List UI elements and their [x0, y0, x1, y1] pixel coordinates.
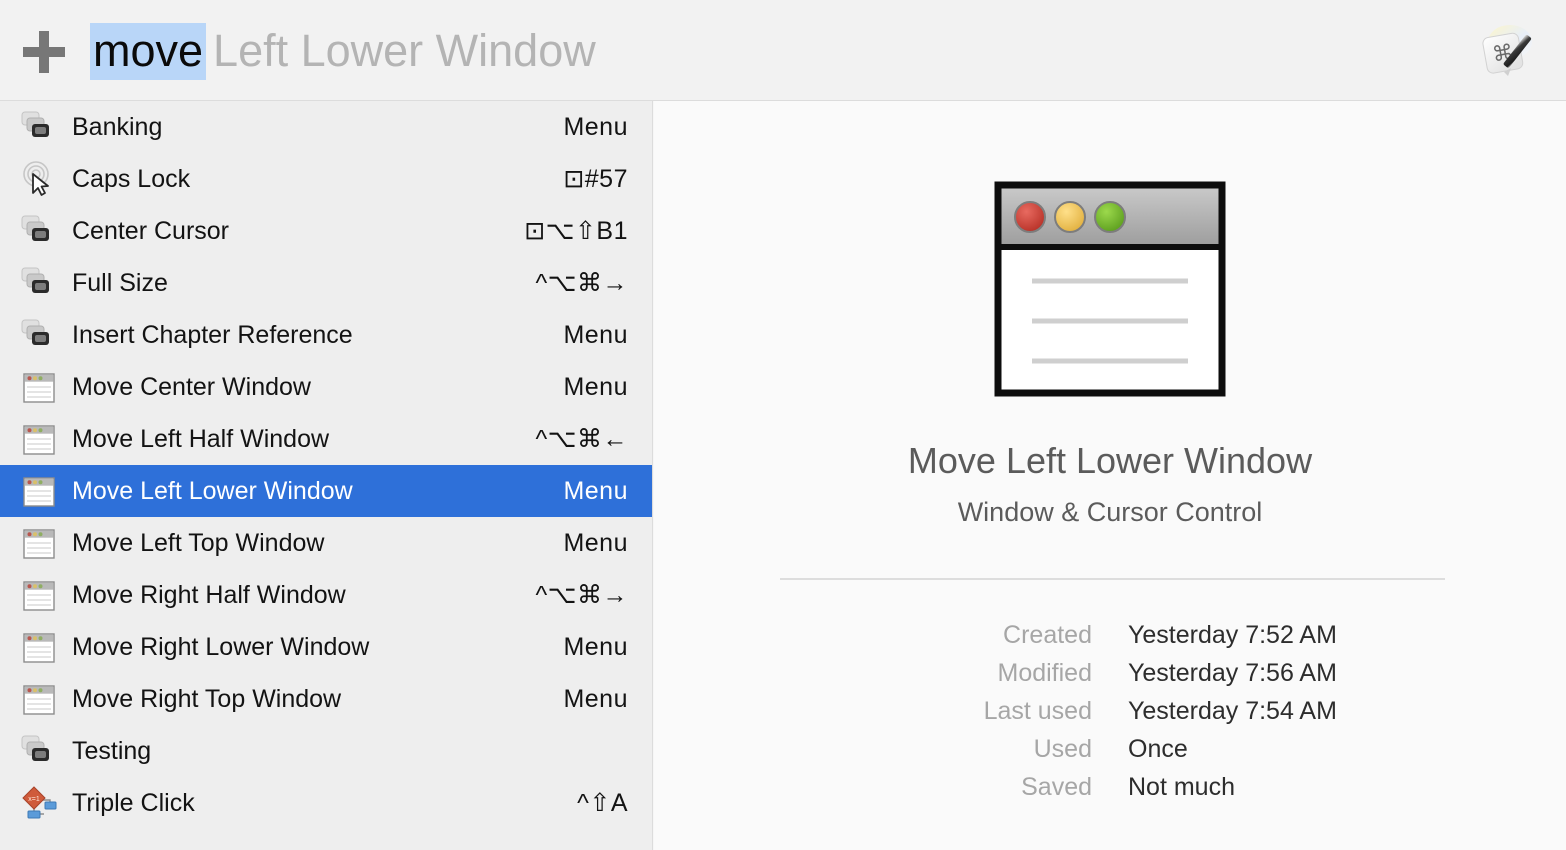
macro-list-row-label: Insert Chapter Reference — [72, 320, 353, 349]
window-icon — [20, 472, 58, 510]
macro-list-row-label: Testing — [72, 736, 152, 765]
macro-group-stack-icon — [20, 212, 58, 250]
flowchart-diamond-icon: x=1 — [20, 784, 58, 822]
macro-list-row-label: Move Right Top Window — [72, 684, 342, 713]
macro-list-row-trigger: ^⌥⌘→ — [535, 269, 628, 297]
cursor-ripple-icon — [20, 160, 58, 198]
window-icon — [20, 420, 58, 458]
metadata-table-body: Created Yesterday 7:52 AM Modified Yesterda… — [654, 616, 1566, 806]
plus-icon[interactable] — [23, 31, 65, 73]
macro-list-row-label: Triple Click — [72, 788, 195, 817]
macro-list-row-label: Move Right Half Window — [72, 580, 346, 609]
macro-list-row-trigger: Menu — [563, 320, 628, 349]
macro-group-stack-icon — [20, 316, 58, 354]
macro-list-row-trigger: ⊡⌥⇧B1 — [524, 217, 628, 245]
detail-title: Move Left Lower Window — [907, 440, 1313, 481]
svg-text:x=1: x=1 — [28, 796, 40, 803]
metadata-row: Saved Not much — [654, 768, 1566, 806]
metadata-row: Last used Yesterday 7:54 AM — [654, 692, 1566, 730]
macro-list-row[interactable]: Insert Chapter Reference Menu — [0, 309, 652, 361]
macro-list-row[interactable]: x=1 Triple Click ^⇧A — [0, 777, 652, 829]
macro-list-row[interactable]: Move Right Half Window ^⌥⌘→ — [0, 569, 652, 621]
macro-list-row[interactable]: Move Center Window Menu — [0, 361, 652, 413]
macro-list-row-label: Move Right Lower Window — [72, 632, 370, 661]
macro-list-row-label: Move Left Top Window — [72, 528, 325, 557]
macro-group-stack-icon — [20, 108, 58, 146]
metadata-row: Modified Yesterday 7:56 AM — [654, 654, 1566, 692]
search-input-completion-text: Left Lower Window — [213, 25, 596, 76]
macro-group-stack-icon — [20, 732, 58, 770]
macro-list-row[interactable]: Banking Menu — [0, 101, 652, 153]
macro-list-row-trigger: Menu — [563, 684, 628, 713]
macro-list-row[interactable]: Move Left Half Window ^⌥⌘← — [0, 413, 652, 465]
macro-list-row-label: Move Left Half Window — [72, 424, 330, 453]
macro-list-row-trigger: Menu — [563, 632, 628, 661]
macro-search-window: move Left Lower Window ⌘ Banking Menu Ca… — [0, 0, 1566, 850]
macro-list-row-trigger: ^⌥⌘← — [535, 425, 628, 453]
macro-list-row[interactable]: Move Left Lower Window Menu — [0, 465, 652, 517]
macro-list-row-trigger: ⊡#57 — [563, 165, 628, 193]
metadata-key: Saved — [1021, 772, 1092, 801]
metadata-value: Not much — [1128, 772, 1235, 801]
macro-list-row[interactable]: Testing — [0, 725, 652, 777]
metadata-row: Created Yesterday 7:52 AM — [654, 616, 1566, 654]
metadata-value: Once — [1128, 734, 1188, 763]
metadata-key: Used — [1033, 734, 1092, 763]
macro-group-stack-icon — [20, 264, 58, 302]
macro-list-row[interactable]: Caps Lock ⊡#57 — [0, 153, 652, 205]
macro-list-row-label: Move Center Window — [72, 372, 311, 401]
window-icon — [20, 576, 58, 614]
window-icon — [20, 524, 58, 562]
macro-list-row-label: Move Left Lower Window — [72, 476, 353, 505]
search-header: move Left Lower Window ⌘ — [0, 0, 1566, 101]
macro-detail-pane: Move Left Lower Window Window & Cursor C… — [654, 101, 1566, 850]
macro-list-row-trigger: Menu — [563, 528, 628, 557]
macro-list-row-trigger: Menu — [563, 372, 628, 401]
metadata-value: Yesterday 7:52 AM — [1128, 620, 1337, 649]
window-icon — [20, 680, 58, 718]
detail-divider — [780, 578, 1445, 580]
macro-list-row[interactable]: Move Right Top Window Menu — [0, 673, 652, 725]
macro-list-row-trigger: Menu — [563, 476, 628, 505]
keyboard-maestro-app-icon: ⌘ — [1474, 18, 1540, 84]
macro-list-row-label: Caps Lock — [72, 164, 191, 193]
search-input-typed-text: move — [90, 23, 207, 80]
window-icon — [20, 628, 58, 666]
search-input[interactable]: move Left Lower Window — [90, 18, 596, 84]
metadata-key: Modified — [997, 658, 1093, 687]
metadata-value: Yesterday 7:54 AM — [1128, 696, 1337, 725]
metadata-table: Created Yesterday 7:52 AM Modified Yesterda… — [654, 616, 1566, 806]
macro-list-row-trigger: ^⇧A — [577, 789, 628, 817]
macro-list-row-trigger: ^⌥⌘→ — [535, 581, 628, 609]
metadata-value: Yesterday 7:56 AM — [1128, 658, 1337, 687]
macro-list-row-label: Banking — [72, 112, 163, 141]
metadata-key: Last used — [983, 696, 1092, 725]
window-icon — [20, 368, 58, 406]
macro-list-row-label: Full Size — [72, 268, 168, 297]
macro-list-row[interactable]: Move Left Top Window Menu — [0, 517, 652, 569]
macro-list-row[interactable]: Move Right Lower Window Menu — [0, 621, 652, 673]
window-large-icon — [990, 169, 1230, 409]
metadata-row: Used Once — [654, 730, 1566, 768]
macro-list-row[interactable]: Center Cursor ⊡⌥⇧B1 — [0, 205, 652, 257]
macro-list-row[interactable]: Full Size ^⌥⌘→ — [0, 257, 652, 309]
macro-list-row-trigger: Menu — [563, 112, 628, 141]
macro-results-list[interactable]: Banking Menu Caps Lock ⊡#57 Center Cursor ⊡… — [0, 101, 653, 850]
macro-list-row-label: Center Cursor — [72, 216, 229, 245]
metadata-key: Created — [1003, 620, 1092, 649]
detail-subtitle-group: Window & Cursor Control — [957, 497, 1263, 527]
